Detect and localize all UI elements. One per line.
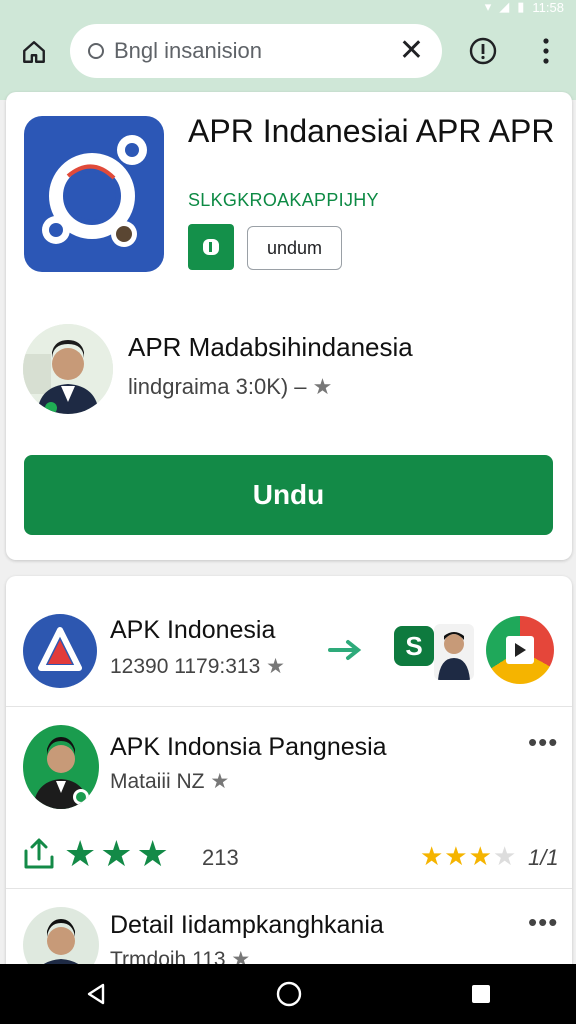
more-options-icon[interactable]: ••• <box>528 907 558 938</box>
app-developer-tag[interactable]: SLKGKROAKAPPIJHY <box>188 190 379 211</box>
download-button[interactable]: Undu <box>24 455 553 535</box>
person-icon <box>33 737 89 809</box>
home-button[interactable] <box>14 32 54 72</box>
status-time: 11:58 <box>532 0 564 15</box>
search-icon <box>88 43 104 59</box>
list-item[interactable]: APK Indonesia 12390 1179:313 ★ S <box>6 576 572 706</box>
battery-icon: ▮ <box>517 0 525 14</box>
app-detail-card: APR Indanesiai APR APR SLKGKROAKAPPIJHY … <box>6 92 572 560</box>
row-title: APK Indonesia <box>110 616 276 644</box>
share-icon[interactable] <box>22 837 56 876</box>
wifi-icon: ▾ <box>484 0 492 14</box>
shortcut-icon[interactable]: S <box>394 626 434 666</box>
more-options-icon[interactable]: ••• <box>528 727 558 758</box>
row-meta: 12390 1179:313 ★ <box>110 654 285 679</box>
play-icon <box>506 636 534 664</box>
apk-logo-icon <box>38 627 82 671</box>
list-item[interactable]: APK Indonsia Pangnesia Mataiii NZ ★ ••• … <box>6 707 572 887</box>
rating-right-text: 1/1 <box>528 845 559 870</box>
home-circle-icon[interactable] <box>275 980 303 1008</box>
developer-meta-text: lindgraima 3:0K) – <box>128 374 307 399</box>
url-input[interactable] <box>114 38 391 64</box>
system-nav-bar <box>0 964 576 1024</box>
app-title: APR Indanesiai APR APR <box>188 113 555 149</box>
app-logo-icon <box>42 135 147 247</box>
rating-stars-gold: ★★★★ <box>420 841 518 871</box>
home-icon <box>23 41 45 63</box>
rating-badge <box>188 224 234 270</box>
person-icon <box>438 632 470 680</box>
developer-meta: lindgraima 3:0K) – ★ <box>128 374 332 400</box>
status-bar: ▾ ◢ ▮ 11:58 <box>484 0 564 15</box>
signal-icon: ◢ <box>499 0 510 14</box>
recents-icon[interactable] <box>469 982 493 1006</box>
video-app-icon[interactable] <box>486 616 554 684</box>
related-apps-card: APK Indonesia 12390 1179:313 ★ S APK Ind… <box>6 576 572 976</box>
badge-icon <box>203 239 219 255</box>
app-row-avatar <box>23 725 99 809</box>
install-chip[interactable]: undum <box>247 226 342 270</box>
row-meta: Mataiii NZ ★ <box>110 769 229 794</box>
row-meta-text: 12390 1179:313 <box>110 655 261 678</box>
developer-name[interactable]: APR Madabsihindanesia <box>128 332 413 363</box>
rating-count: 213 <box>202 845 239 870</box>
developer-avatar <box>23 324 113 414</box>
star-icon: ★ <box>210 770 230 793</box>
rating-stars-green: ★★★ <box>64 833 173 874</box>
app-row-icon <box>23 614 97 688</box>
row-meta-text: Mataiii NZ <box>110 770 205 793</box>
menu-button[interactable] <box>526 31 566 71</box>
clear-icon[interactable]: ✕ <box>399 36 424 66</box>
more-vert-icon <box>543 38 549 64</box>
list-item[interactable]: Detail Iidampkanghkania Trmdoih 113 ★ ••… <box>6 889 572 976</box>
info-button[interactable] <box>463 31 503 71</box>
user-avatar[interactable] <box>434 624 474 680</box>
row-title: APK Indonsia Pangnesia <box>110 733 387 761</box>
back-icon[interactable] <box>83 981 109 1007</box>
row-title: Detail Iidampkanghkania <box>110 911 384 939</box>
browser-chrome: ▾ ◢ ▮ 11:58 ✕ <box>0 0 576 100</box>
url-bar[interactable]: ✕ <box>70 24 442 78</box>
star-icon: ★ <box>312 374 333 399</box>
app-icon[interactable] <box>24 116 164 272</box>
star-icon: ★ <box>266 655 285 678</box>
info-icon <box>469 37 497 65</box>
arrow-icon <box>328 638 362 667</box>
person-icon <box>23 324 113 414</box>
